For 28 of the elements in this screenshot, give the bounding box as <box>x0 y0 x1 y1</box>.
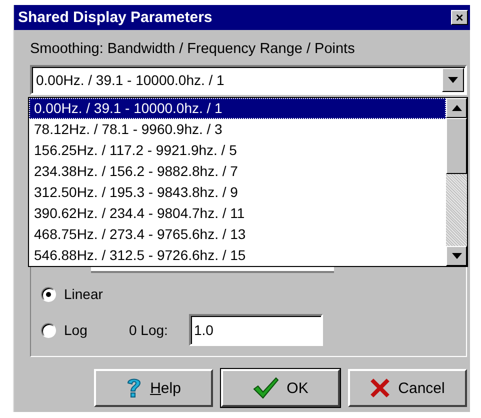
list-item[interactable]: 156.25Hz. / 117.2 - 9921.9hz. / 5 <box>29 140 446 161</box>
zero-log-label: 0 Log: <box>129 322 169 338</box>
list-item[interactable]: 78.12Hz. / 78.1 - 9960.9hz. / 3 <box>29 119 446 140</box>
close-button[interactable]: × <box>451 10 468 25</box>
question-mark-icon <box>126 377 142 399</box>
cancel-button[interactable]: Cancel <box>348 369 467 407</box>
list-item[interactable]: 0.00Hz. / 39.1 - 10000.0hz. / 1 <box>29 98 446 119</box>
radio-label: Linear <box>64 286 103 302</box>
list-item[interactable]: 546.88Hz. / 312.5 - 9726.6hz. / 15 <box>29 245 446 266</box>
scroll-up-icon[interactable] <box>446 98 467 118</box>
list-item[interactable]: 468.75Hz. / 273.4 - 9765.6hz. / 13 <box>29 224 446 245</box>
scroll-down-icon[interactable] <box>446 246 467 266</box>
ok-button[interactable]: OK <box>221 369 340 407</box>
list-item[interactable]: 312.50Hz. / 195.3 - 9843.8hz. / 9 <box>29 182 446 203</box>
x-icon <box>370 378 390 398</box>
smoothing-label: Smoothing: Bandwidth / Frequency Range / Points <box>30 40 356 59</box>
radio-button[interactable] <box>41 286 56 302</box>
smoothing-dropdown[interactable]: 0.00Hz. / 39.1 - 10000.0hz. / 1 <box>30 65 467 95</box>
radio-button[interactable] <box>41 322 56 338</box>
zero-log-field[interactable]: 1.0 <box>189 314 323 346</box>
checkmark-icon <box>252 377 279 399</box>
list-item[interactable]: 390.62Hz. / 234.4 - 9804.7hz. / 11 <box>29 203 446 224</box>
scrollbar[interactable] <box>446 98 467 266</box>
help-button[interactable]: Help <box>94 369 213 407</box>
radio-label: Log <box>64 322 88 338</box>
window-title: Shared Display Parameters <box>18 9 212 26</box>
list-item[interactable]: 234.38Hz. / 156.2 - 9882.8hz. / 7 <box>29 161 446 182</box>
scroll-thumb[interactable] <box>446 118 467 174</box>
